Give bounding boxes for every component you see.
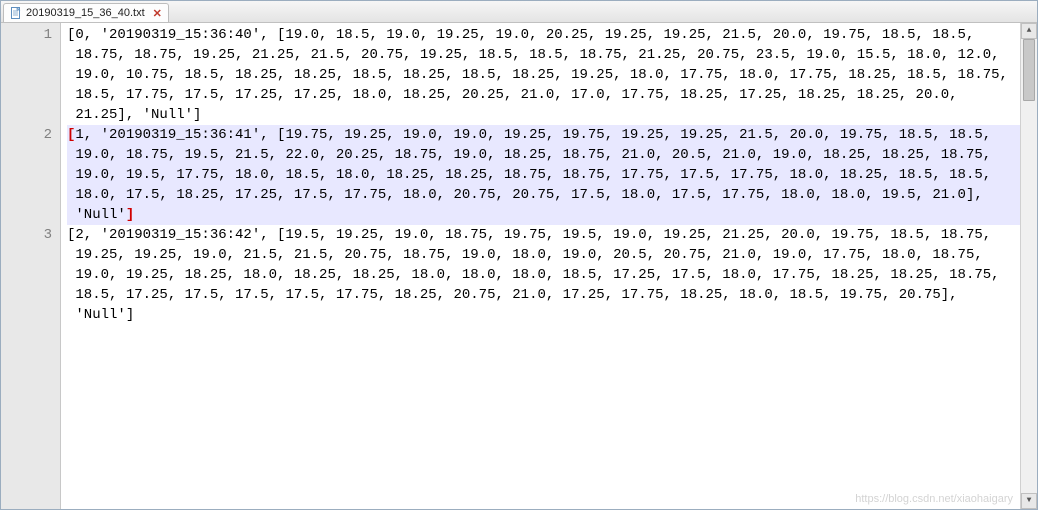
editor-window: 20190319_15_36_40.txt ✕ 1 2 3 [0, '20190…	[0, 0, 1038, 510]
code-content: [0, '20190319_15:36:40', [19.0, 18.5, 19…	[61, 23, 1037, 327]
tab-filename: 20190319_15_36_40.txt	[26, 7, 145, 19]
line-number: 1	[1, 25, 52, 45]
file-tab[interactable]: 20190319_15_36_40.txt ✕	[3, 3, 169, 22]
code-line: [2, '20190319_15:36:42', [19.5, 19.25, 1…	[67, 225, 1031, 245]
code-line: 'Null']	[67, 305, 1031, 325]
code-area[interactable]: [0, '20190319_15:36:40', [19.0, 18.5, 19…	[61, 23, 1037, 509]
watermark: https://blog.csdn.net/xiaohaigary	[855, 493, 1013, 505]
code-line: [0, '20190319_15:36:40', [19.0, 18.5, 19…	[67, 25, 1031, 45]
file-icon	[10, 7, 22, 19]
line-number	[1, 265, 52, 285]
line-number	[1, 45, 52, 65]
line-gutter: 1 2 3	[1, 23, 61, 509]
editor-area: 1 2 3 [0, '20190319_15:36:40', [19.0, 18…	[1, 23, 1037, 509]
code-line: 18.75, 18.75, 19.25, 21.25, 21.5, 20.75,…	[67, 45, 1031, 65]
code-line: 21.25], 'Null']	[67, 105, 1031, 125]
line-number: 3	[1, 225, 52, 245]
tab-bar: 20190319_15_36_40.txt ✕	[1, 1, 1037, 23]
line-number	[1, 85, 52, 105]
code-line: 18.5, 17.25, 17.5, 17.5, 17.5, 17.75, 18…	[67, 285, 1031, 305]
scrollbar-vertical[interactable]: ▲ ▼	[1020, 23, 1037, 509]
code-line: 19.0, 19.5, 17.75, 18.0, 18.5, 18.0, 18.…	[67, 165, 1031, 185]
code-line: 18.0, 17.5, 18.25, 17.25, 17.5, 17.75, 1…	[67, 185, 1031, 205]
line-number	[1, 145, 52, 165]
line-number	[1, 285, 52, 305]
code-line: 19.0, 19.25, 18.25, 18.0, 18.25, 18.25, …	[67, 265, 1031, 285]
code-line: 'Null']	[67, 205, 1031, 225]
line-number	[1, 65, 52, 85]
code-line: 18.5, 17.75, 17.5, 17.25, 17.25, 18.0, 1…	[67, 85, 1031, 105]
scroll-thumb[interactable]	[1023, 39, 1035, 101]
close-icon[interactable]: ✕	[153, 7, 162, 20]
line-number	[1, 245, 52, 265]
line-number	[1, 165, 52, 185]
code-line: 19.0, 18.75, 19.5, 21.5, 22.0, 20.25, 18…	[67, 145, 1031, 165]
code-line: 19.25, 19.25, 19.0, 21.5, 21.5, 20.75, 1…	[67, 245, 1031, 265]
code-line: 19.0, 10.75, 18.5, 18.25, 18.25, 18.5, 1…	[67, 65, 1031, 85]
code-line: [1, '20190319_15:36:41', [19.75, 19.25, …	[67, 125, 1031, 145]
line-number	[1, 305, 52, 325]
scroll-up-button[interactable]: ▲	[1021, 23, 1037, 39]
line-number	[1, 205, 52, 225]
line-number	[1, 185, 52, 205]
scroll-down-button[interactable]: ▼	[1021, 493, 1037, 509]
line-number	[1, 105, 52, 125]
line-number: 2	[1, 125, 52, 145]
